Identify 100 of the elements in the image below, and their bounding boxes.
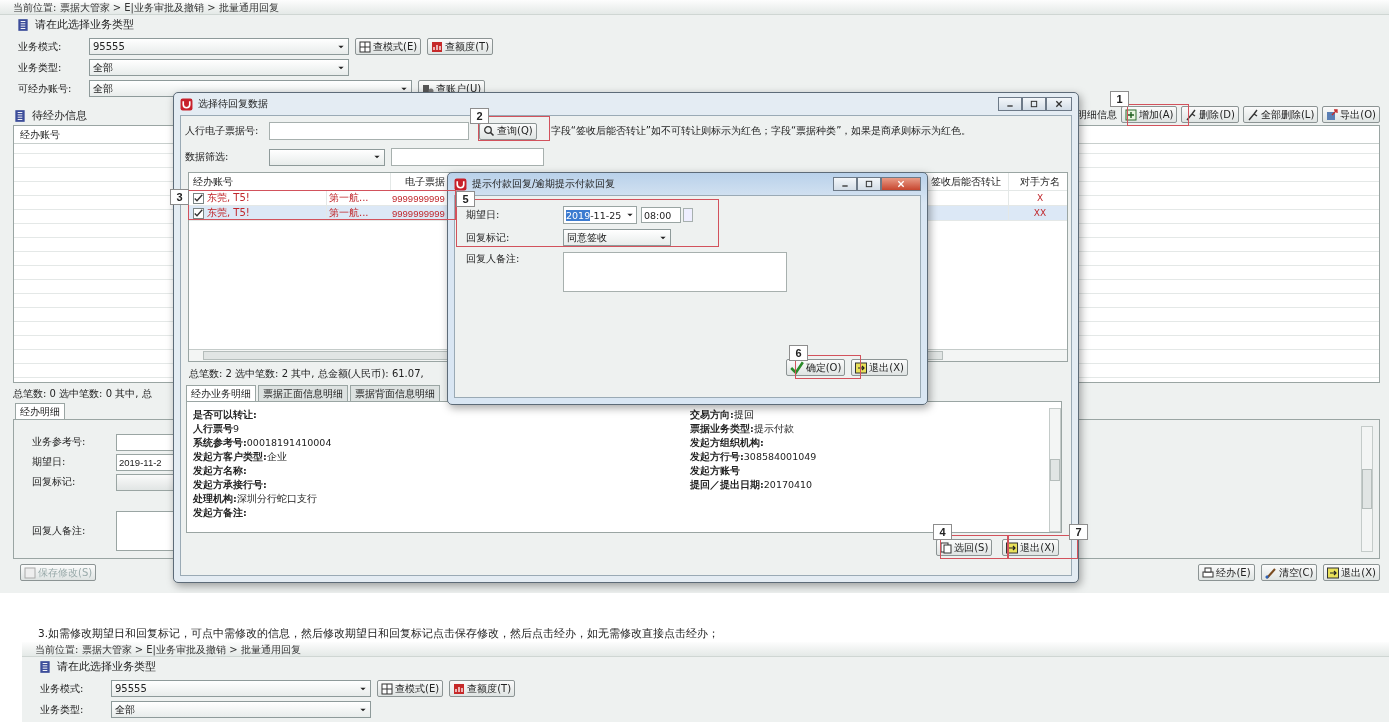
close-button[interactable] bbox=[1046, 97, 1072, 111]
table-cell: 9999999999 bbox=[391, 206, 446, 220]
lookup-button[interactable]: 查额度(T) bbox=[449, 680, 516, 697]
printer-icon bbox=[1202, 566, 1215, 579]
section-title: 待经办信息 bbox=[32, 109, 87, 123]
dropdown[interactable]: 全部 bbox=[111, 701, 371, 718]
select-button[interactable]: 选回(S) bbox=[936, 539, 993, 556]
dropdown[interactable] bbox=[116, 473, 176, 491]
field-label: 期望日: bbox=[466, 208, 501, 222]
caret-icon bbox=[626, 211, 634, 219]
section-title: 请在此选择业务类型 bbox=[35, 18, 134, 32]
field-label: 业务类型: bbox=[18, 60, 63, 75]
detail-text: 发起方承接行号: bbox=[193, 478, 268, 492]
delete-all-button[interactable]: 全部删除(L) bbox=[1242, 106, 1319, 123]
detail-text: 发起方客户类型:企业 bbox=[193, 450, 288, 464]
dropdown[interactable]: 同意签收 bbox=[563, 229, 671, 246]
detail-text: 是否可以转让: bbox=[193, 408, 258, 422]
exit-button[interactable]: 退出(X) bbox=[1002, 539, 1059, 556]
detail-text: 交易方向:提回 bbox=[690, 408, 755, 422]
submit-button[interactable]: 经办(E) bbox=[1198, 564, 1255, 581]
document-icon bbox=[13, 109, 27, 123]
detail-text: 人行票号9 bbox=[193, 422, 241, 436]
table-cell-text: 第一航... bbox=[328, 191, 370, 205]
tab[interactable]: 票据背面信息明细 bbox=[350, 385, 440, 401]
minimize-button[interactable] bbox=[833, 177, 857, 191]
checkbox[interactable] bbox=[193, 192, 204, 204]
step-badge: 7 bbox=[1069, 524, 1088, 540]
step-badge: 4 bbox=[933, 524, 952, 540]
maximize-icon bbox=[865, 180, 873, 188]
spin-button[interactable] bbox=[683, 208, 693, 222]
summary-text: 总笔数: 0 选中笔数: 0 其中, 总 bbox=[12, 387, 152, 401]
confirm-button[interactable]: 确定(O) bbox=[785, 359, 846, 376]
tab[interactable]: 经办明细 bbox=[15, 403, 65, 419]
close-icon bbox=[1055, 100, 1063, 108]
detail-text: 票据业务类型:提示付款 bbox=[690, 422, 795, 436]
lookup-button[interactable]: 查模式(E) bbox=[377, 680, 444, 697]
field-label: 回复标记: bbox=[32, 475, 77, 489]
document-icon bbox=[38, 660, 52, 674]
field-label: 回复人备注: bbox=[32, 524, 87, 538]
maximize-button[interactable] bbox=[1022, 97, 1046, 111]
detail-text: 发起方名称: bbox=[193, 464, 248, 478]
time-field[interactable]: 08:00 bbox=[641, 207, 681, 223]
exit-icon bbox=[1006, 541, 1019, 554]
checkbox[interactable] bbox=[193, 207, 204, 219]
caret-icon bbox=[373, 153, 381, 161]
wrench-icon bbox=[1185, 108, 1198, 121]
brush-icon bbox=[1264, 566, 1277, 579]
exit-button[interactable]: 退出(X) bbox=[1323, 564, 1380, 581]
lookup-button[interactable]: 查模式(E) bbox=[355, 38, 422, 55]
dropdown[interactable] bbox=[269, 148, 385, 166]
add-button[interactable]: 增加(A) bbox=[1120, 106, 1178, 123]
exit-icon bbox=[855, 361, 868, 374]
field-label: 数据筛选: bbox=[185, 150, 230, 164]
vertical-scrollbar[interactable] bbox=[1361, 426, 1373, 552]
input-field[interactable] bbox=[391, 148, 544, 166]
check-icon bbox=[789, 360, 804, 375]
column-header: 电子票据 bbox=[404, 174, 446, 189]
step-badge: 5 bbox=[456, 191, 475, 207]
breadcrumb: 当前位置: 票据大管家 > E|业务审批及撤销 > 批量通用回复 bbox=[22, 642, 1389, 657]
dropdown[interactable]: 95555 bbox=[111, 680, 371, 697]
delete-button[interactable]: 删除(D) bbox=[1181, 106, 1239, 123]
detail-text: 处理机构:深圳分行蛇口支行 bbox=[193, 492, 318, 506]
detail-text: 发起方组织机构: bbox=[690, 436, 765, 450]
step-badge: 2 bbox=[470, 108, 489, 124]
tab[interactable]: 经办业务明细 bbox=[186, 385, 256, 401]
lookup-button[interactable]: 查额度(T) bbox=[427, 38, 494, 55]
date-field[interactable]: 2019-11-2 bbox=[116, 453, 176, 471]
step-badge: 1 bbox=[1110, 91, 1129, 107]
documents-icon bbox=[940, 541, 953, 554]
detail-text: 发起方账号 bbox=[690, 464, 741, 478]
clear-button[interactable]: 清空(C) bbox=[1260, 564, 1318, 581]
export-button[interactable]: 导出(O) bbox=[1322, 106, 1380, 123]
query-button[interactable]: 查询(Q) bbox=[479, 122, 537, 140]
detail-text: 提回／提出日期:20170410 bbox=[690, 478, 814, 492]
chart-icon bbox=[453, 682, 466, 695]
input-field[interactable] bbox=[116, 433, 176, 451]
table-cell-text: 第一航... bbox=[328, 206, 370, 220]
remark-field[interactable] bbox=[116, 511, 176, 551]
dropdown[interactable]: 95555 bbox=[89, 38, 349, 55]
detail-text: 系统参考号:00018191410004 bbox=[193, 436, 333, 450]
grid-icon bbox=[359, 40, 371, 53]
maximize-button[interactable] bbox=[857, 177, 881, 191]
dropdown[interactable]: 全部 bbox=[89, 59, 349, 76]
remark-field[interactable] bbox=[563, 252, 787, 292]
tab[interactable]: 票据正面信息明细 bbox=[258, 385, 348, 401]
export-icon bbox=[1326, 108, 1339, 121]
window-title: 提示付款回复/逾期提示付款回复 bbox=[472, 177, 616, 191]
table-cell: 东莞, T5! bbox=[207, 191, 250, 205]
vertical-scrollbar[interactable] bbox=[1049, 408, 1061, 532]
detail-text: 发起方备注: bbox=[193, 506, 248, 520]
document-icon bbox=[16, 18, 30, 32]
hint-text: 字段“签收后能否转让”如不可转让则标示为红色；字段“票据种类”，如果是商承则标示为红色。 bbox=[550, 124, 972, 138]
column-header: 经办账号 bbox=[20, 127, 60, 142]
window-title: 选择待回复数据 bbox=[198, 97, 268, 111]
minimize-button[interactable] bbox=[998, 97, 1022, 111]
breadcrumb: 当前位置: 票据大管家 > E|业务审批及撤销 > 批量通用回复 bbox=[0, 0, 1389, 15]
search-icon bbox=[483, 125, 495, 137]
input-field[interactable] bbox=[269, 122, 469, 140]
app-icon bbox=[180, 97, 193, 111]
exit-button[interactable]: 退出(X) bbox=[851, 359, 908, 376]
